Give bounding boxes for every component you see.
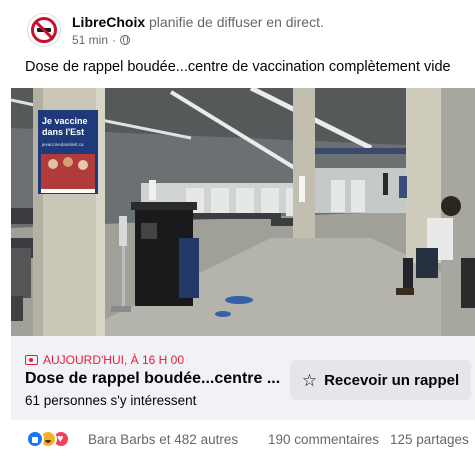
post-text: Dose de rappel boudée...centre de vaccin…	[25, 59, 451, 75]
vaccination-hall-image: Je vaccine dans l'Est jevaccinedanslest.…	[11, 88, 475, 336]
like-reaction-icon	[26, 430, 44, 448]
event-interested-count: 61 personnes s'y intéressent	[25, 393, 197, 408]
globe-icon[interactable]	[120, 35, 131, 45]
shares-count[interactable]: 125 partages	[390, 432, 469, 447]
post-timestamp[interactable]: 51 min	[72, 33, 108, 47]
star-icon: ☆	[301, 370, 318, 390]
author-avatar[interactable]	[27, 13, 61, 47]
post-meta: 51 min ·	[72, 33, 131, 47]
remind-me-button[interactable]: ☆ Recevoir un rappel	[290, 360, 471, 400]
post-footer: Bara Barbs et 482 autres 190 commentaire…	[0, 428, 475, 449]
poster-title-2: dans l'Est	[42, 127, 84, 137]
post-action: planifie de diffuser en direct.	[149, 14, 324, 30]
reactions-summary[interactable]	[26, 430, 82, 448]
live-video-icon	[25, 355, 38, 365]
author-name[interactable]: LibreChoix	[72, 14, 145, 30]
poster-title-1: Je vaccine	[42, 116, 88, 126]
event-title[interactable]: Dose de rappel boudée...centre ...	[25, 370, 280, 388]
live-event-card[interactable]: AUJOURD'HUI, À 16 H 00 Dose de rappel bo…	[11, 336, 475, 420]
meta-separator: ·	[112, 33, 117, 47]
post-header: LibreChoix planifie de diffuser en direc…	[23, 11, 463, 49]
poster-url: jevaccinedanslest.ca	[41, 142, 84, 147]
event-status: AUJOURD'HUI, À 16 H 00	[25, 353, 184, 367]
post-photo[interactable]: Je vaccine dans l'Est jevaccinedanslest.…	[11, 88, 475, 336]
reactors-text[interactable]: Bara Barbs et 482 autres	[88, 432, 238, 447]
event-time: AUJOURD'HUI, À 16 H 00	[43, 353, 184, 367]
remind-me-label: Recevoir un rappel	[324, 371, 460, 389]
author-line: LibreChoix planifie de diffuser en direc…	[72, 14, 324, 30]
comments-count[interactable]: 190 commentaires	[268, 432, 379, 447]
